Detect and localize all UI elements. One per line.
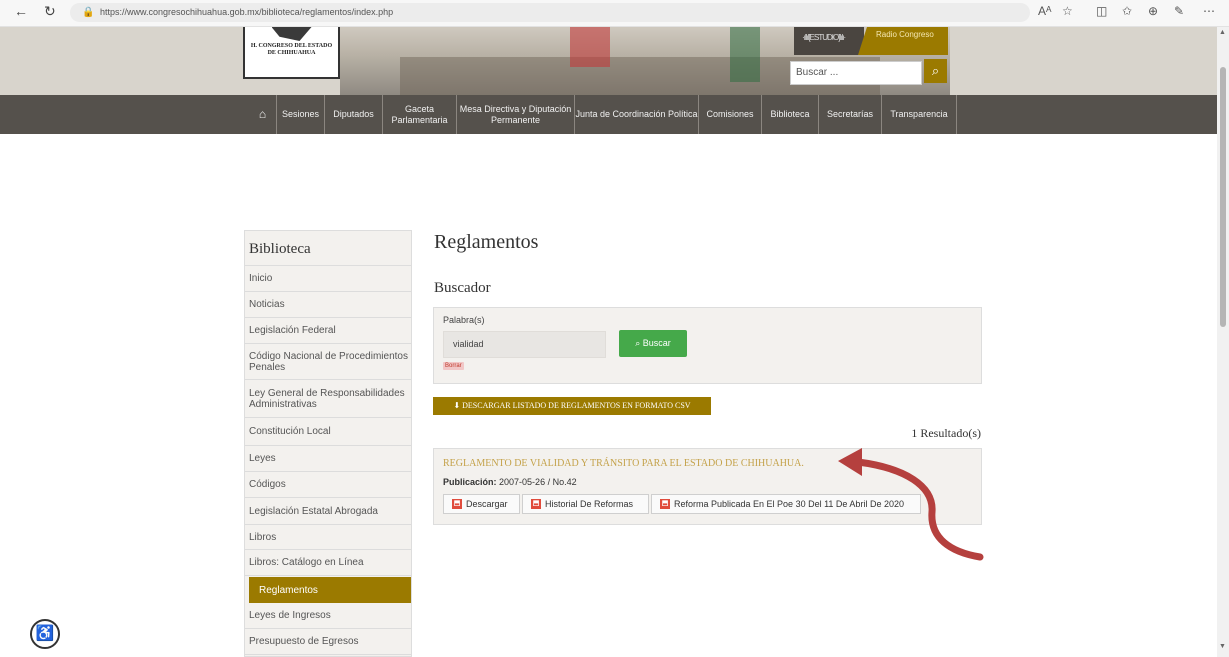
download-icon: ⬇: [453, 401, 463, 410]
collections-icon[interactable]: ⊕: [1148, 4, 1158, 18]
descargar-label: Descargar: [466, 499, 508, 509]
scrollbar-thumb[interactable]: [1220, 67, 1226, 327]
pdf-icon: ⬒: [452, 499, 462, 509]
state-map-icon: [271, 27, 312, 41]
search-icon[interactable]: ⌕: [924, 59, 947, 83]
site-search-input[interactable]: Buscar ...: [790, 61, 922, 85]
back-icon[interactable]: ←: [14, 3, 28, 19]
keyword-input[interactable]: vialidad: [443, 331, 606, 358]
sidebar-item-leyes-ingresos[interactable]: Leyes de Ingresos: [245, 603, 411, 629]
logo-line1: H. CONGRESO DEL ESTADO: [250, 43, 333, 49]
scroll-down-icon[interactable]: ▼: [1219, 643, 1226, 650]
search-icon: ⌕: [635, 338, 643, 348]
scroll-up-icon[interactable]: ▲: [1219, 29, 1226, 36]
result-card: REGLAMENTO DE VIALIDAD Y TRÁNSITO PARA E…: [433, 448, 982, 525]
csv-label: DESCARGAR LISTADO DE REGLAMENTOS EN FORM…: [462, 401, 691, 410]
sidebar-item-noticias[interactable]: Noticias: [245, 292, 411, 318]
sidebar-item-libros[interactable]: Libros: [245, 525, 411, 550]
read-aloud-icon[interactable]: Aᴬ: [1038, 4, 1051, 18]
buscar-button[interactable]: ⌕ Buscar: [619, 330, 687, 357]
pdf-icon: ⬒: [531, 499, 541, 509]
nav-comisiones[interactable]: Comisiones: [699, 95, 762, 134]
nav-gaceta[interactable]: Gaceta Parlamentaria: [383, 95, 457, 134]
publication-info: Publicación: 2007-05-26 / No.42: [443, 477, 577, 487]
page-scrollbar[interactable]: ▲ ▼: [1217, 27, 1229, 657]
reforma-label: Reforma Publicada En El Poe 30 Del 11 De…: [674, 499, 904, 509]
search-label: Palabra(s): [443, 315, 485, 325]
sidebar-item-presupuesto[interactable]: Presupuesto de Egresos: [245, 629, 411, 655]
radio-label: Radio Congreso: [876, 30, 934, 39]
sidebar-item-inicio[interactable]: Inicio: [245, 266, 411, 292]
lock-icon: 🔒: [82, 7, 95, 18]
search-panel: Palabra(s) vialidad ⌕ Buscar Borrar: [433, 307, 982, 384]
home-icon[interactable]: ⌂: [249, 95, 277, 134]
sidebar: Biblioteca Inicio Noticias Legislación F…: [244, 230, 412, 657]
refresh-icon[interactable]: ↻: [44, 3, 56, 20]
congress-logo[interactable]: H. CONGRESO DEL ESTADO DE CHIHUAHUA: [243, 27, 340, 79]
main-nav: ⌂ Sesiones Diputados Gaceta Parlamentari…: [0, 95, 1217, 134]
historial-button[interactable]: ⬒ Historial De Reformas: [522, 494, 649, 514]
more-icon[interactable]: ⋯: [1203, 4, 1215, 18]
sidebar-item-catalogo[interactable]: Libros: Catálogo en Línea: [245, 550, 411, 576]
sidebar-item-abrogada[interactable]: Legislación Estatal Abrogada: [245, 498, 411, 525]
accessibility-icon[interactable]: ♿: [30, 619, 60, 649]
sidebar-item-codigos[interactable]: Códigos: [245, 472, 411, 498]
page-title: Reglamentos: [434, 231, 539, 253]
reforma-button[interactable]: ⬒ Reforma Publicada En El Poe 30 Del 11 …: [651, 494, 921, 514]
result-title[interactable]: REGLAMENTO DE VIALIDAD Y TRÁNSITO PARA E…: [443, 458, 804, 469]
descargar-button[interactable]: ⬒ Descargar: [443, 494, 520, 514]
publication-value: 2007-05-26 / No.42: [499, 477, 577, 487]
browser-toolbar: ← ↻ 🔒 https://www.congresochihuahua.gob.…: [0, 0, 1229, 27]
nav-sesiones[interactable]: Sesiones: [277, 95, 325, 134]
search-heading: Buscador: [434, 280, 491, 296]
pdf-icon: ⬒: [660, 499, 670, 509]
radio-congreso-banner[interactable]: ·ıllıl[ESTUDIO]lılı· Radio Congreso: [794, 27, 948, 55]
buscar-label: Buscar: [642, 338, 671, 348]
nav-mesa-directiva[interactable]: Mesa Directiva y Diputación Permanente: [457, 95, 575, 134]
logo-line2: DE CHIHUAHUA: [267, 50, 316, 56]
publication-label: Publicación:: [443, 477, 497, 487]
sidebar-title: Biblioteca: [249, 241, 311, 257]
nav-secretarias[interactable]: Secretarías: [819, 95, 882, 134]
url-text: https://www.congresochihuahua.gob.mx/bib…: [100, 7, 394, 17]
address-bar[interactable]: 🔒 https://www.congresochihuahua.gob.mx/b…: [70, 3, 1030, 22]
header-banner: [0, 27, 1217, 95]
historial-label: Historial De Reformas: [545, 499, 634, 509]
split-screen-icon[interactable]: ◫: [1096, 4, 1107, 18]
radio-wave-icon: ·ıllıl[ESTUDIO]lılı·: [802, 33, 846, 42]
nav-transparencia[interactable]: Transparencia: [882, 95, 957, 134]
sidebar-item-codigo-nacional[interactable]: Código Nacional de Procedimientos Penale…: [245, 344, 411, 380]
sidebar-item-reglamentos[interactable]: Reglamentos: [249, 577, 411, 603]
extensions-icon[interactable]: ✎: [1174, 4, 1184, 18]
sidebar-item-constitucion[interactable]: Constitución Local: [245, 418, 411, 446]
nav-diputados[interactable]: Diputados: [325, 95, 383, 134]
sidebar-item-legislacion-federal[interactable]: Legislación Federal: [245, 318, 411, 344]
nav-biblioteca[interactable]: Biblioteca: [762, 95, 819, 134]
favorite-icon[interactable]: ☆: [1062, 4, 1073, 18]
clear-button[interactable]: Borrar: [443, 362, 464, 370]
sidebar-item-leyes[interactable]: Leyes: [245, 446, 411, 472]
nav-junta[interactable]: Junta de Coordinación Política: [575, 95, 699, 134]
favorites-icon[interactable]: ✩: [1122, 4, 1132, 18]
download-csv-button[interactable]: ⬇ DESCARGAR LISTADO DE REGLAMENTOS EN FO…: [433, 397, 711, 415]
sidebar-item-ley-general[interactable]: Ley General de Responsabilidades Adminis…: [245, 380, 411, 418]
result-count: 1 Resultado(s): [911, 426, 981, 440]
